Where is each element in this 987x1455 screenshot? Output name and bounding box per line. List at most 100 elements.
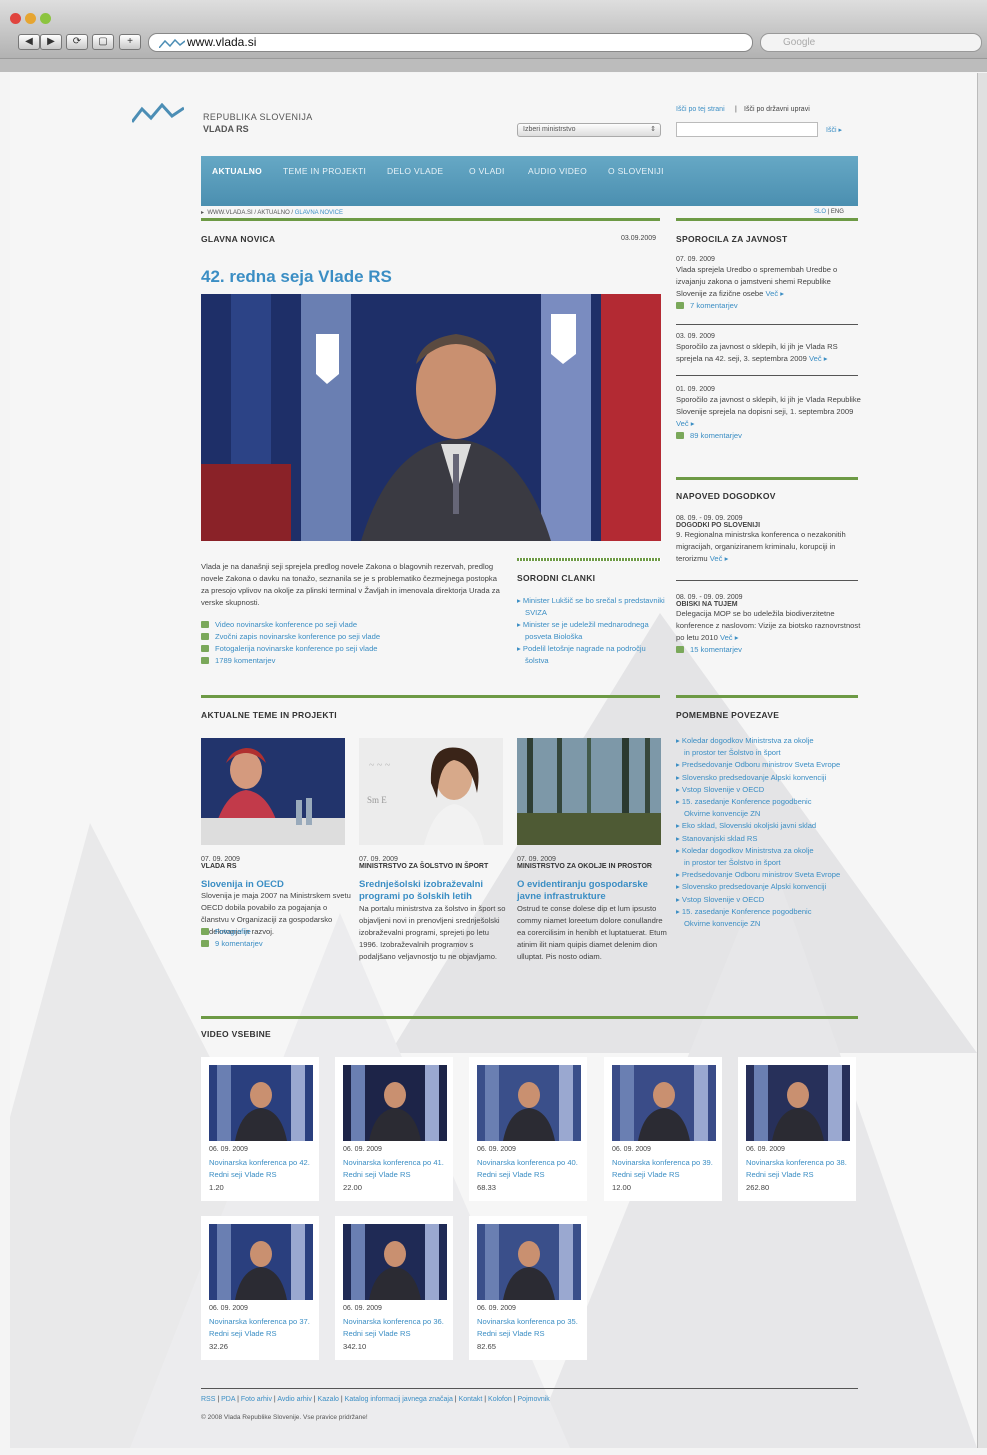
press-comments-link[interactable]: 89 komentarjev <box>676 430 861 442</box>
topic-title[interactable]: O evidentiranju gospodarske javne infras… <box>517 879 667 903</box>
topic-photos-link[interactable]: Fotografije <box>201 926 351 938</box>
lang-eng[interactable]: ENG <box>831 209 844 215</box>
video-title-link[interactable]: Novinarska konferenca po 40. Redni seji … <box>477 1157 581 1181</box>
address-bar[interactable]: www.vlada.si <box>148 33 753 52</box>
video-card[interactable]: 06. 09. 2009 Novinarska konferenca po 35.… <box>469 1216 587 1360</box>
video-card[interactable]: 06. 09. 2009 Novinarska konferenca po 41.… <box>335 1057 453 1201</box>
vlada-logo-icon[interactable] <box>132 103 184 123</box>
breadcrumb-home[interactable]: WWW.VLADA.SI <box>207 210 252 216</box>
bookmark-button-icon[interactable]: ▢ <box>92 34 114 50</box>
video-card[interactable]: 06. 09. 2009 Novinarska konferenca po 39.… <box>604 1057 722 1201</box>
footer-link[interactable]: Foto arhiv <box>241 1396 272 1403</box>
topic-comments-link[interactable]: 9 komentarjev <box>201 938 351 950</box>
breadcrumb-section[interactable]: AKTUALNO <box>257 210 289 216</box>
scrollbar[interactable] <box>977 73 987 1448</box>
press-comments-link[interactable]: 7 komentarjev <box>676 300 861 312</box>
main-news-title[interactable]: 42. redna seja Vlade RS <box>201 267 392 287</box>
nav-teme-in-projekti[interactable]: TEME IN PROJEKTI <box>283 166 366 176</box>
nav-audio-video[interactable]: AUDIO VIDEO <box>528 166 587 176</box>
important-link[interactable]: ▸ Vstop Slovenije v OECD <box>676 784 866 796</box>
video-thumbnail[interactable] <box>477 1224 581 1300</box>
main-news-photo[interactable] <box>201 294 661 541</box>
footer-link[interactable]: Kolofon <box>488 1396 512 1403</box>
nav-o-vladi[interactable]: O VLADI <box>469 166 505 176</box>
important-link[interactable]: ▸ Slovensko predsedovanje Alpski konvenc… <box>676 772 866 784</box>
close-window-icon[interactable] <box>10 13 21 24</box>
browser-search-field[interactable]: Google <box>760 33 982 52</box>
video-thumbnail[interactable] <box>343 1065 447 1141</box>
footer-link[interactable]: Kontakt <box>459 1396 483 1403</box>
important-link[interactable]: ▸ Predsedovanje Odboru ministrov Sveta E… <box>676 759 866 771</box>
new-tab-button-icon[interactable]: + <box>119 34 141 50</box>
important-link[interactable]: ▸ Eko sklad, Slovenski okoljski javni sk… <box>676 820 866 832</box>
ministry-select[interactable]: Izberi ministrstvo ⇕ <box>517 123 661 137</box>
video-thumbnail[interactable] <box>477 1065 581 1141</box>
audio-link[interactable]: Zvočni zapis novinarske konference po se… <box>201 631 501 643</box>
video-card[interactable]: 06. 09. 2009 Novinarska konferenca po 38.… <box>738 1057 856 1201</box>
reload-button-icon[interactable]: ⟳ <box>66 34 88 50</box>
related-item[interactable]: ▸ Minister se je udeležil mednarodnega p… <box>517 619 667 643</box>
back-button-icon[interactable]: ◀ <box>18 34 40 50</box>
video-thumbnail[interactable] <box>209 1065 313 1141</box>
topic-photo[interactable] <box>201 738 345 845</box>
video-thumbnail[interactable] <box>746 1065 850 1141</box>
footer-link[interactable]: PDA <box>221 1396 235 1403</box>
important-link[interactable]: ▸ Koledar dogodkov Ministrstva za okolje… <box>676 735 866 759</box>
footer-link[interactable]: Kazalo <box>318 1396 339 1403</box>
video-thumbnail[interactable] <box>343 1224 447 1300</box>
related-item-label: Podelil letošnje nagrade na področju šol… <box>522 644 646 665</box>
important-link-label: Slovensko predsedovanje Alpski konvencij… <box>681 772 827 782</box>
important-link[interactable]: ▸ Slovensko predsedovanje Alpski konvenc… <box>676 881 866 893</box>
gallery-link[interactable]: Fotogalerija novinarske konference po se… <box>201 643 501 655</box>
lang-slo[interactable]: SLO <box>814 209 826 215</box>
event-more-link[interactable]: Več ▸ <box>710 554 729 563</box>
footer-link[interactable]: Katalog informacij javnega značaja <box>345 1396 453 1403</box>
search-all-link[interactable]: Išči po državni upravi <box>744 106 810 113</box>
event-more-link[interactable]: Več ▸ <box>720 633 739 642</box>
important-link[interactable]: ▸ 15. zasedanje Konference pogodbenic Okv… <box>676 796 866 820</box>
video-title-link[interactable]: Novinarska konferenca po 35. Redni seji … <box>477 1316 581 1340</box>
press-more-link[interactable]: Več ▸ <box>676 419 695 428</box>
video-title-link[interactable]: Novinarska konferenca po 38. Redni seji … <box>746 1157 850 1181</box>
press-more-link[interactable]: Več ▸ <box>766 289 785 298</box>
comments-link[interactable]: 1789 komentarjev <box>201 655 501 667</box>
footer-link[interactable]: Avdio arhiv <box>277 1396 312 1403</box>
topic-photo[interactable] <box>517 738 661 845</box>
search-button[interactable]: Išči ▸ <box>826 126 842 134</box>
search-this-site-link[interactable]: Išči po tej strani <box>676 106 725 113</box>
important-link[interactable]: ▸ Predsedovanje Odboru ministrov Sveta E… <box>676 869 866 881</box>
minimize-window-icon[interactable] <box>25 13 36 24</box>
topic-title[interactable]: Slovenija in OECD <box>201 879 351 890</box>
related-item[interactable]: ▸ Podelil letošnje nagrade na področju š… <box>517 643 667 667</box>
search-input[interactable] <box>676 122 818 137</box>
topic-photo[interactable]: ~ ~ ~ Sm E <box>359 738 503 845</box>
video-title-link[interactable]: Novinarska konferenca po 36. Redni seji … <box>343 1316 447 1340</box>
video-thumbnail[interactable] <box>612 1065 716 1141</box>
video-title-link[interactable]: Novinarska konferenca po 42. Redni seji … <box>209 1157 313 1181</box>
nav-aktualno[interactable]: AKTUALNO <box>212 166 262 176</box>
copyright: © 2008 Vlada Republike Slovenije. Vse pr… <box>201 1414 368 1421</box>
event-comments-link[interactable]: 15 komentarjev <box>676 644 861 656</box>
video-card[interactable]: 06. 09. 2009 Novinarska konferenca po 42.… <box>201 1057 319 1201</box>
forward-button-icon[interactable]: ▶ <box>40 34 62 50</box>
important-link[interactable]: ▸ Stanovanjski sklad RS <box>676 833 866 845</box>
video-title-link[interactable]: Novinarska konferenca po 41. Redni seji … <box>343 1157 447 1181</box>
video-card[interactable]: 06. 09. 2009 Novinarska konferenca po 37.… <box>201 1216 319 1360</box>
footer-link[interactable]: RSS <box>201 1396 215 1403</box>
nav-o-sloveniji[interactable]: O SLOVENIJI <box>608 166 664 176</box>
video-card[interactable]: 06. 09. 2009 Novinarska konferenca po 36.… <box>335 1216 453 1360</box>
video-title-link[interactable]: Novinarska konferenca po 37. Redni seji … <box>209 1316 313 1340</box>
video-card[interactable]: 06. 09. 2009 Novinarska konferenca po 40.… <box>469 1057 587 1201</box>
important-link[interactable]: ▸ Koledar dogodkov Ministrstva za okolje… <box>676 845 866 869</box>
important-link[interactable]: ▸ 15. zasedanje Konference pogodbenic Okv… <box>676 906 866 930</box>
video-thumbnail[interactable] <box>209 1224 313 1300</box>
zoom-window-icon[interactable] <box>40 13 51 24</box>
topic-title[interactable]: Srednješolski izobraževalni programi po … <box>359 879 509 903</box>
related-item[interactable]: ▸ Minister Lukšič se bo srečal s predsta… <box>517 595 667 619</box>
nav-delo-vlade[interactable]: DELO VLADE <box>387 166 443 176</box>
video-title-link[interactable]: Novinarska konferenca po 39. Redni seji … <box>612 1157 716 1181</box>
press-more-link[interactable]: Več ▸ <box>809 354 828 363</box>
footer-link[interactable]: Pojmovnik <box>518 1396 550 1403</box>
video-link[interactable]: Video novinarske konference po seji vlad… <box>201 619 501 631</box>
important-link[interactable]: ▸ Vstop Slovenije v OECD <box>676 894 866 906</box>
